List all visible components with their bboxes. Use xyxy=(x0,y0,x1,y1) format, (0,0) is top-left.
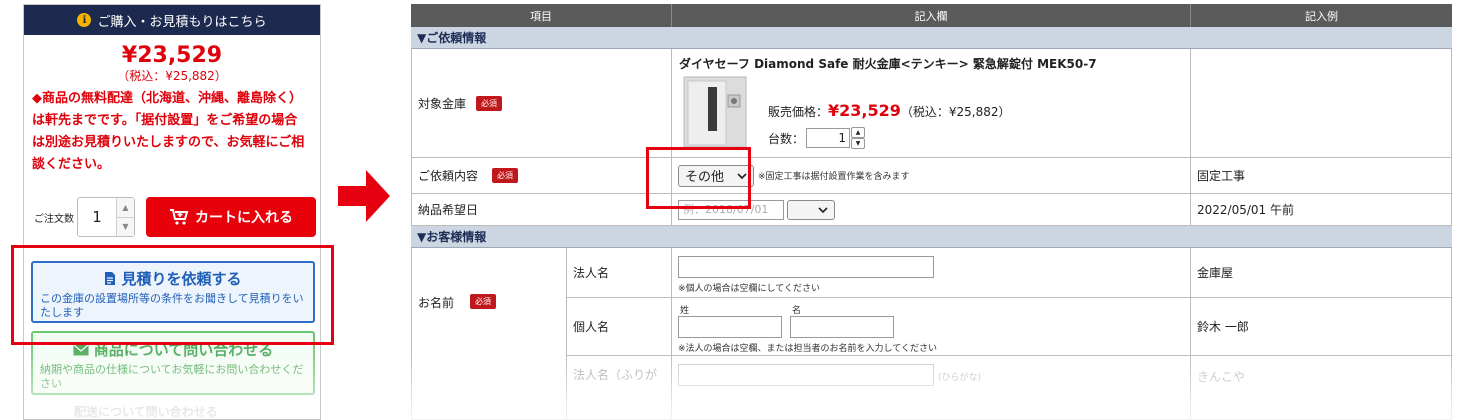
product-price: ¥23,529 xyxy=(121,43,223,68)
person-name-note: ※法人の場合は空欄、または担当者のお名前を入力してください xyxy=(678,344,938,354)
cart-icon xyxy=(170,209,189,225)
form-quantity-input[interactable]: 1 xyxy=(806,128,851,148)
increment-icon[interactable]: ▲ xyxy=(117,198,134,218)
corp-kana-example: きんこや xyxy=(1191,356,1452,420)
target-safe-cell: ダイヤセーフ Diamond Safe 耐火金庫<テンキー> 緊急解錠付 MEK… xyxy=(672,49,1191,158)
delivery-time-select[interactable] xyxy=(787,199,835,220)
corp-name-example: 金庫屋 xyxy=(1191,248,1452,298)
envelope-icon xyxy=(73,344,89,355)
form-qty-spin: ▲ ▼ xyxy=(851,127,866,149)
row-label-request-content: ご依頼内容 必須 xyxy=(411,158,672,194)
corp-name-note: ※個人の場合は空欄にしてください xyxy=(678,284,821,294)
target-safe-example xyxy=(1191,49,1452,158)
cart-row: ご注文数 1 ▲ ▼ カートに入れる xyxy=(34,197,316,237)
person-name-example: 鈴木 一郎 xyxy=(1191,298,1452,356)
product-inquiry-desc: 納期や商品の仕様についてお気軽にお問い合わせください xyxy=(40,363,304,390)
required-badge: 必須 xyxy=(476,95,503,111)
quantity-spin: ▲ ▼ xyxy=(116,198,134,236)
request-content-note: ※固定工事は据付設置作業を含みます xyxy=(758,172,910,182)
last-name-input[interactable] xyxy=(678,316,782,338)
target-safe-label: 対象金庫 xyxy=(418,96,467,111)
purchase-panel-header: i ご購入・お見積もりはこちら xyxy=(24,5,320,35)
form-price: ¥23,529 xyxy=(828,101,901,120)
first-name-input[interactable] xyxy=(790,316,894,338)
form-qty-row: 台数： 1 ▲ ▼ xyxy=(768,127,866,149)
request-content-label: ご依頼内容 xyxy=(418,169,479,183)
last-name-label: 姓 xyxy=(680,306,690,316)
corp-kana-cell: (ひらがな) xyxy=(672,356,1191,420)
row-label-target-safe: 対象金庫 必須 xyxy=(411,49,672,158)
required-badge: 必須 xyxy=(492,168,519,183)
column-header-input: 記入欄 xyxy=(672,4,1191,27)
decrement-icon[interactable]: ▼ xyxy=(117,217,134,236)
form-qty-label: 台数： xyxy=(768,131,805,146)
name-label: お名前 xyxy=(418,296,455,310)
delivery-date-example: 2022/05/01 午前 xyxy=(1191,194,1452,226)
decrement-icon[interactable]: ▼ xyxy=(851,138,866,149)
purchase-panel-title: ご購入・お見積もりはこちら xyxy=(97,14,267,30)
corp-name-label: 法人名 xyxy=(567,248,672,298)
product-price-tax: （税込：¥25,882） xyxy=(117,69,227,83)
highlight-box xyxy=(11,245,334,345)
highlight-box xyxy=(646,147,751,209)
form-price-label: 販売価格： xyxy=(768,105,829,119)
quantity-stepper[interactable]: 1 ▲ ▼ xyxy=(77,197,135,237)
section-request-info: ▼ご依頼情報 xyxy=(411,27,1452,49)
form-price-row: 販売価格： ¥23,529 （税込：¥25,882） xyxy=(768,101,1011,120)
delivery-date-label: 納品希望日 xyxy=(411,194,672,226)
form-price-tax: （税込：¥25,882） xyxy=(900,105,1011,119)
order-form: 項目 記入欄 記入例 ▼ご依頼情報 対象金庫 必須 ダイヤセーフ Diamond… xyxy=(411,4,1452,420)
corp-name-cell: ※個人の場合は空欄にしてください xyxy=(672,248,1191,298)
corp-name-input[interactable] xyxy=(678,256,934,278)
request-content-example: 固定工事 xyxy=(1191,158,1452,194)
section-customer-info: ▼お客様情報 xyxy=(411,226,1452,248)
corp-kana-label: 法人名（ふりが xyxy=(567,356,672,420)
column-header-example: 記入例 xyxy=(1191,4,1452,27)
row-label-name: お名前 必須 xyxy=(411,248,567,420)
product-name: ダイヤセーフ Diamond Safe 耐火金庫<テンキー> 緊急解錠付 MEK… xyxy=(679,57,1097,71)
first-name-label: 名 xyxy=(792,306,802,316)
person-name-label: 個人名 xyxy=(567,298,672,356)
safe-image xyxy=(683,76,747,148)
add-to-cart-button[interactable]: カートに入れる xyxy=(146,197,316,237)
corp-kana-hint: (ひらがな) xyxy=(938,373,982,383)
column-header-item: 項目 xyxy=(411,4,672,27)
faded-link: 配送について問い合わせる xyxy=(74,405,218,419)
add-to-cart-label: カートに入れる xyxy=(195,210,293,226)
corp-kana-input[interactable] xyxy=(678,364,934,386)
required-badge: 必須 xyxy=(470,294,497,309)
increment-icon[interactable]: ▲ xyxy=(851,127,866,138)
quantity-value[interactable]: 1 xyxy=(78,198,116,236)
person-name-cell: 姓 名 ※法人の場合は空欄、または担当者のお名前を入力してください xyxy=(672,298,1191,356)
arrow-right-icon xyxy=(338,170,390,222)
purchase-panel: i ご購入・お見積もりはこちら ¥23,529 （税込：¥25,882） ◆商品… xyxy=(23,4,321,420)
delivery-notice: ◆商品の無料配達（北海道、沖縄、離島除く）は軒先までです。「据付設置」をご希望の… xyxy=(32,91,305,172)
info-icon: i xyxy=(77,13,92,27)
chevron-down-icon xyxy=(818,206,828,213)
quantity-label: ご注文数 xyxy=(34,213,74,225)
